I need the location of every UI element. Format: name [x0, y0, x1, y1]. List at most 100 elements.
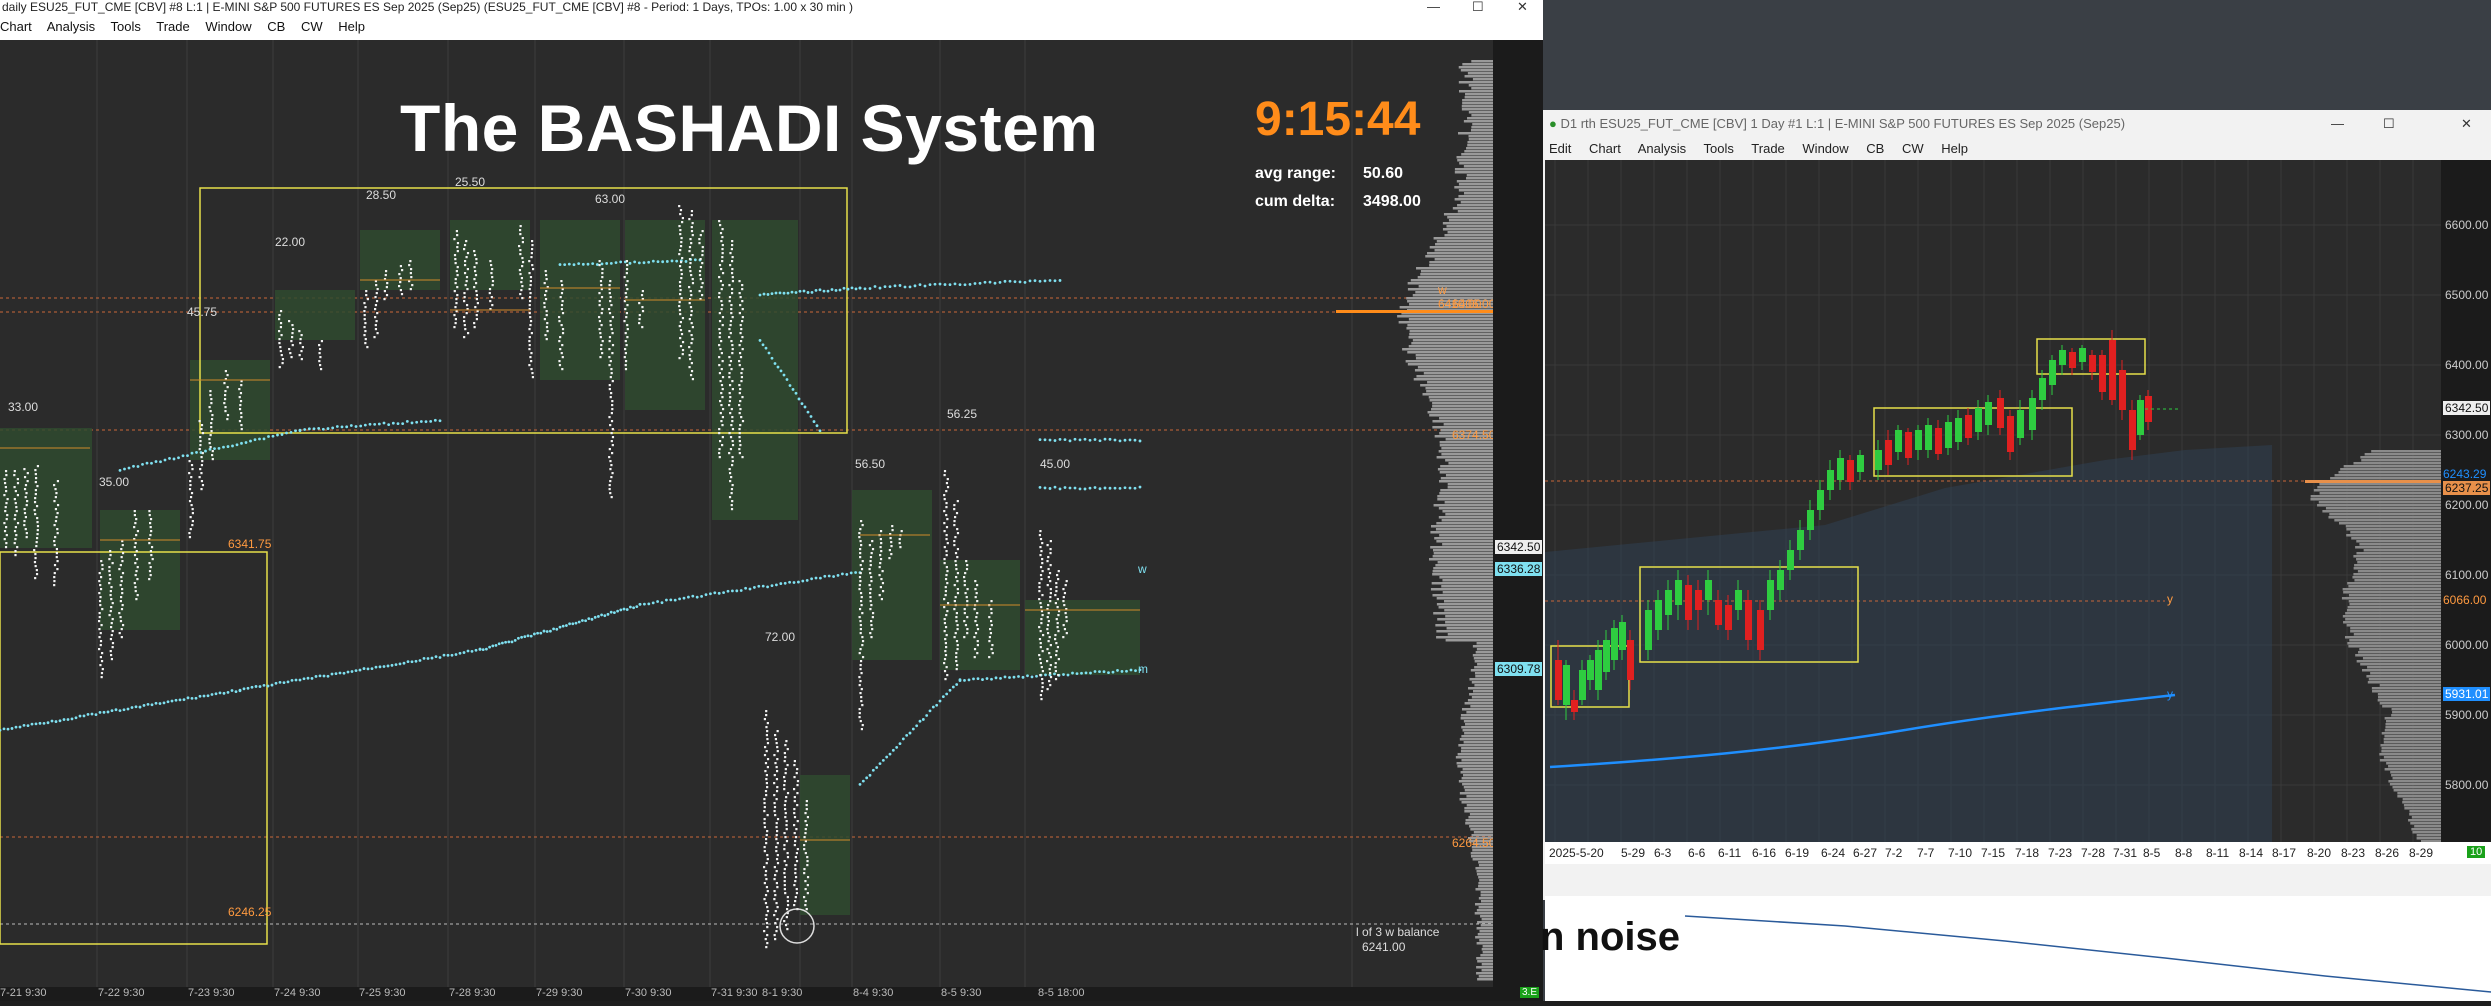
cyan-dot — [491, 644, 495, 648]
tpo-tick — [741, 336, 744, 339]
cyan-dot — [572, 263, 576, 267]
tpo-tick — [623, 356, 626, 359]
tpo-tick — [859, 628, 862, 631]
tpo-tick — [689, 238, 692, 241]
tpo-tick — [530, 256, 533, 259]
cyan-dot — [1003, 279, 1007, 283]
menu-window[interactable]: Window — [1802, 141, 1848, 156]
cyan-dot — [154, 460, 158, 463]
tpo-tick — [728, 432, 731, 435]
cyan-dot — [158, 702, 162, 705]
tpo-tick — [1055, 654, 1058, 657]
cyan-dot — [898, 742, 902, 746]
profile-bar — [1434, 537, 1493, 540]
candle-body — [1955, 418, 1962, 442]
tpo-tick — [784, 768, 787, 771]
menu-trade[interactable]: Trade — [156, 19, 189, 34]
menu-trade[interactable]: Trade — [1751, 141, 1784, 156]
cyan-dot — [1133, 486, 1137, 490]
maximize-icon[interactable]: ☐ — [1470, 0, 1484, 14]
tpo-tick — [731, 428, 735, 431]
profile-bar — [2381, 747, 2441, 750]
menu-analysis[interactable]: Analysis — [1638, 141, 1686, 156]
tpo-tick — [200, 488, 203, 491]
tpo-tick — [110, 658, 114, 661]
profile-bar — [1470, 852, 1493, 855]
menu-tools[interactable]: Tools — [111, 19, 141, 34]
tpo-tick — [238, 420, 242, 423]
tpo-tick — [763, 930, 766, 933]
cyan-dot — [773, 362, 777, 365]
left-window-titlebar[interactable]: daily ESU25_FUT_CME [CBV] #8 L:1 | E-MIN… — [0, 0, 1543, 14]
tpo-tick — [975, 616, 978, 619]
candle-body — [2099, 355, 2106, 392]
menu-analysis[interactable]: Analysis — [47, 19, 95, 34]
close-icon[interactable]: ✕ — [2461, 110, 2472, 138]
menu-cw[interactable]: CW — [1902, 141, 1924, 156]
tpo-tick — [14, 502, 17, 505]
tpo-tick — [764, 790, 768, 793]
menu-cb[interactable]: CB — [267, 19, 285, 34]
profile-bar — [2357, 561, 2441, 564]
tpo-tick — [33, 509, 36, 512]
menu-tools[interactable]: Tools — [1704, 141, 1734, 156]
cyan-dot — [335, 425, 339, 428]
menu-chart[interactable]: Chart — [1589, 141, 1621, 156]
menu-cb[interactable]: CB — [1866, 141, 1884, 156]
tpo-tick — [473, 266, 476, 269]
left-date-axis[interactable]: 7-21 9:30 7-22 9:30 7-23 9:30 7-24 9:30 … — [0, 987, 1543, 1001]
minimize-icon[interactable]: — — [2331, 110, 2344, 138]
menu-help[interactable]: Help — [1941, 141, 1968, 156]
menu-chart[interactable]: Chart — [0, 19, 32, 34]
menu-help[interactable]: Help — [338, 19, 365, 34]
tpo-tick — [956, 648, 959, 651]
menu-cw[interactable]: CW — [301, 19, 323, 34]
profile-bar — [1442, 579, 1493, 582]
cyan-dot — [812, 420, 816, 423]
right-window-titlebar[interactable]: ● D1 rth ESU25_FUT_CME [CBV] 1 Day #1 L:… — [1543, 110, 2491, 138]
cyan-dot — [779, 369, 783, 373]
cyan-dot — [298, 678, 302, 682]
cyan-dot — [584, 619, 587, 623]
profile-bar — [1437, 561, 1493, 564]
tpo-tick — [558, 364, 562, 367]
profile-bar — [1457, 204, 1493, 207]
right-date-axis[interactable]: 2025-5-20 5-29 6-3 6-6 6-11 6-16 6-19 6-… — [1545, 842, 2491, 864]
tpo-tick — [626, 304, 629, 307]
tpo-tick — [729, 448, 733, 451]
tpo-tick — [738, 312, 741, 315]
left-price-axis[interactable]: 6342.50 6336.28 6309.78 — [1493, 40, 1543, 987]
cyan-dot — [326, 674, 330, 678]
tpo-chart-area[interactable]: 33.00 35.00 45.75 22.00 28.50 25.50 63.0… — [0, 40, 1493, 987]
tpo-tick — [109, 650, 112, 653]
right-price-axis[interactable]: 6600.00 6500.00 6400.00 6300.00 6200.00 … — [2441, 160, 2491, 842]
menu-edit[interactable]: Edit — [1549, 141, 1571, 156]
tpo-tick — [728, 392, 731, 395]
cyan-dot — [905, 733, 909, 737]
profile-bar — [1469, 825, 1493, 828]
tpo-tick — [689, 270, 692, 273]
tpo-tick — [561, 332, 565, 335]
profile-bar — [1447, 483, 1493, 486]
date-tick: 6-6 — [1688, 846, 1706, 860]
candle-body — [2029, 398, 2036, 430]
maximize-icon[interactable]: ☐ — [2383, 110, 2395, 138]
cyan-dot — [981, 678, 984, 681]
tpo-tick — [99, 656, 103, 659]
candle-body — [1715, 600, 1722, 625]
tpo-tick — [299, 342, 302, 345]
profile-bar — [1465, 723, 1493, 726]
tpo-tick — [690, 242, 693, 245]
daily-candle-chart-area[interactable]: y y — [1545, 160, 2441, 842]
minimize-icon[interactable]: — — [1425, 0, 1440, 14]
cyan-dot — [1012, 675, 1016, 679]
tpo-tick — [943, 598, 946, 601]
profile-bar — [1464, 810, 1493, 813]
tpo-tick — [963, 584, 966, 587]
tpo-tick — [698, 242, 701, 245]
tpo-tick — [108, 614, 111, 617]
close-icon[interactable]: ✕ — [1515, 0, 1528, 14]
menu-window[interactable]: Window — [205, 19, 251, 34]
cyan-dot — [289, 430, 293, 434]
profile-bar — [1432, 420, 1493, 423]
